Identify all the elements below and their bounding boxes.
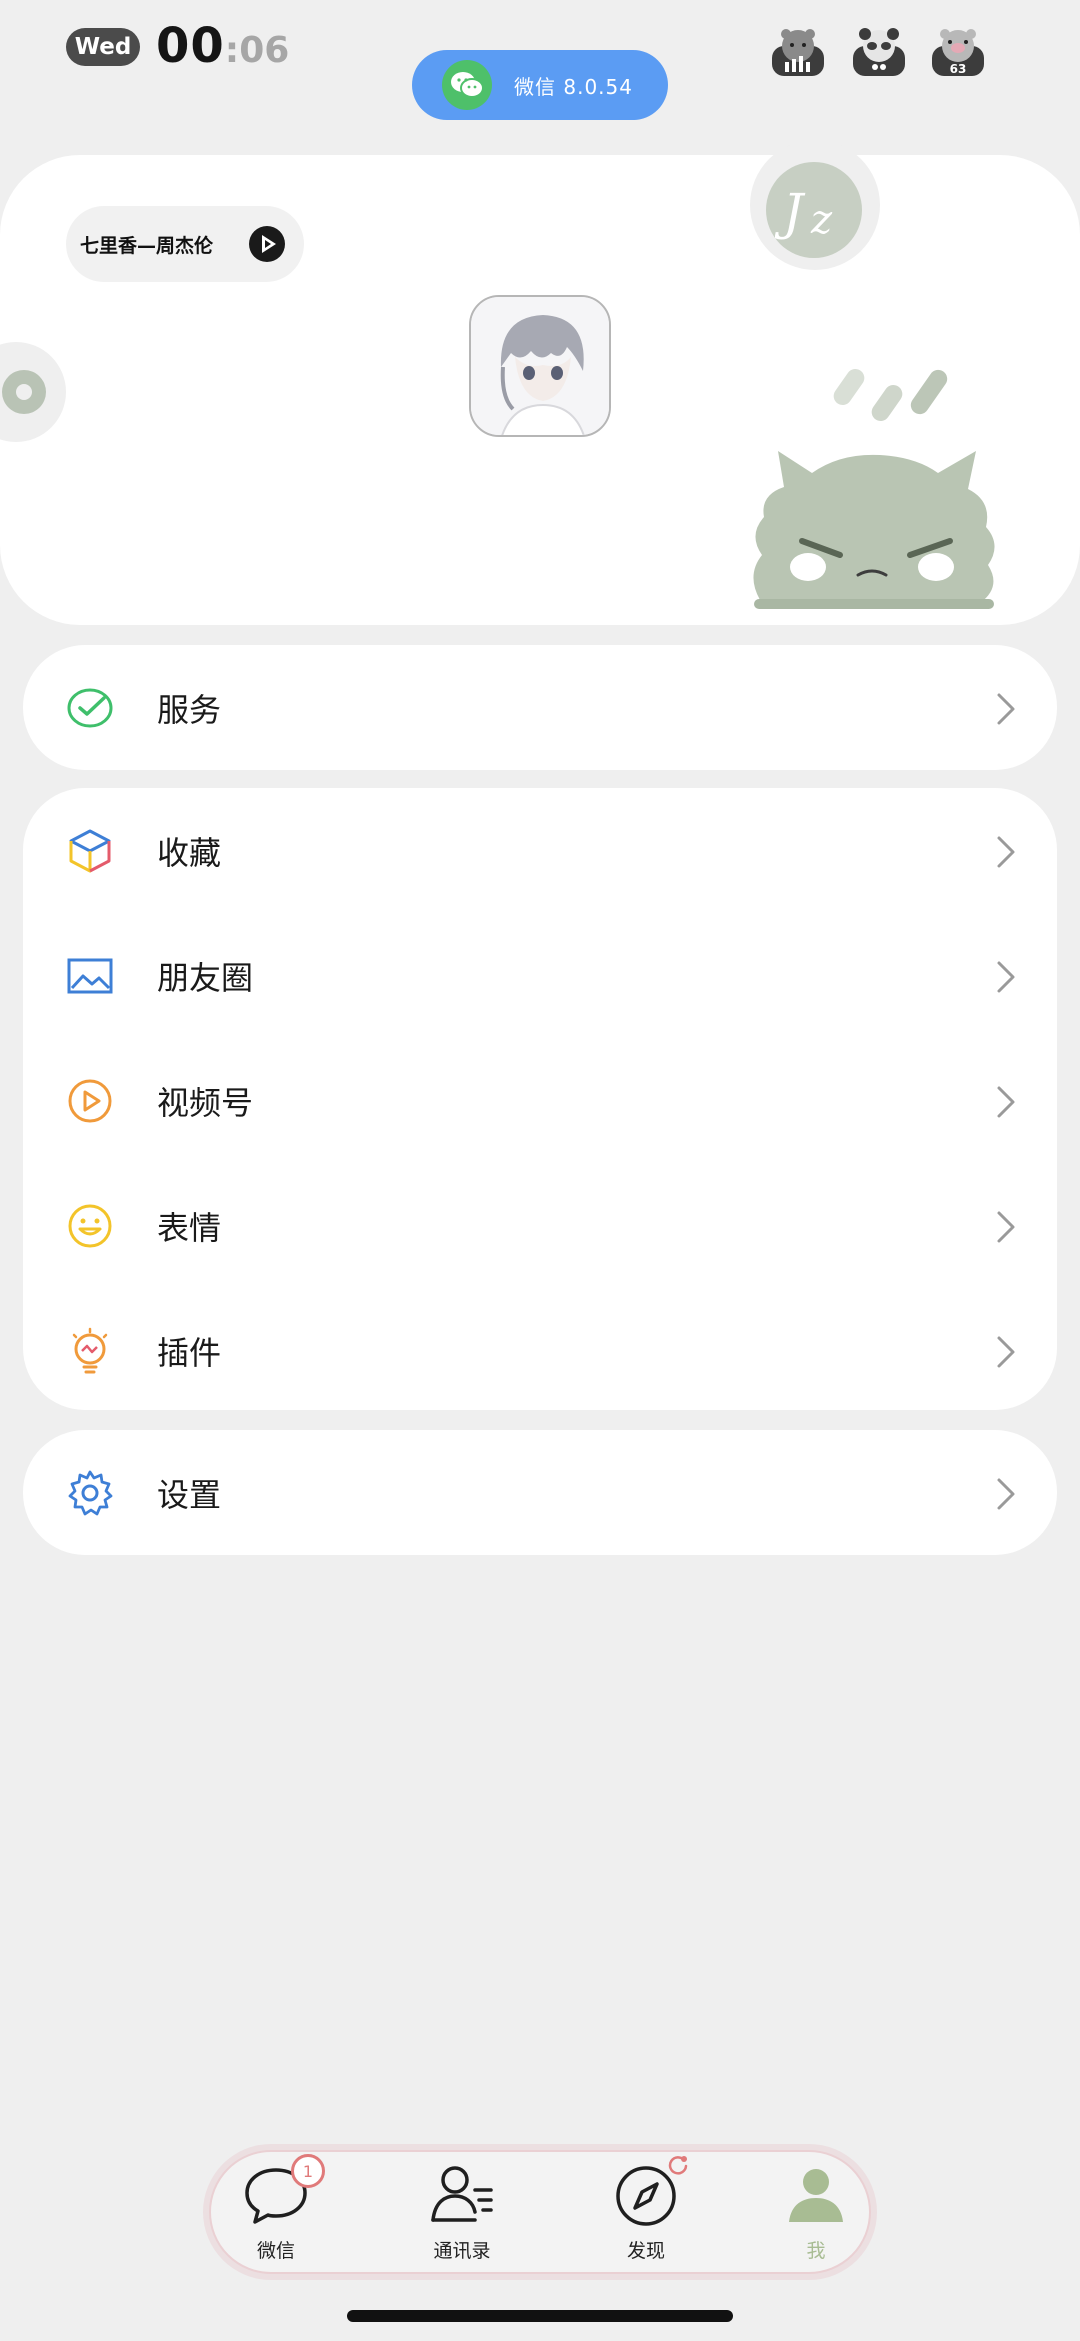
menu-label-favorites: 收藏 bbox=[157, 833, 222, 872]
clock-hours: 00 bbox=[156, 18, 225, 74]
compass-icon bbox=[611, 2156, 688, 2230]
angry-monster-illustration bbox=[740, 355, 1010, 625]
tab-chats[interactable]: 1 微信 bbox=[221, 2154, 331, 2272]
clock: 00:06 bbox=[156, 18, 289, 74]
signal-icon bbox=[768, 28, 828, 78]
chevron-right-icon bbox=[997, 1478, 1015, 1510]
status-bar: Wed 00:06 微信 8.0.54 63 bbox=[0, 0, 1080, 140]
tab-me[interactable]: 我 bbox=[761, 2160, 871, 2272]
menu-label-settings: 设置 bbox=[157, 1475, 222, 1514]
menu-item-favorites[interactable]: 收藏 bbox=[23, 788, 1057, 913]
person-icon bbox=[781, 2160, 851, 2230]
music-title: 七里香—周杰伦 bbox=[80, 234, 214, 257]
tab-label-contacts: 通讯录 bbox=[433, 2240, 491, 2262]
picture-icon bbox=[65, 951, 115, 1001]
music-player-pill[interactable]: 七里香—周杰伦 bbox=[66, 206, 304, 282]
unread-badge: 1 bbox=[291, 2154, 325, 2188]
chevron-right-icon bbox=[997, 1211, 1015, 1243]
tab-contacts[interactable]: 通讯录 bbox=[407, 2160, 517, 2272]
menu-item-settings[interactable]: 设置 bbox=[23, 1430, 1057, 1555]
play-circle-icon bbox=[65, 1076, 115, 1126]
dynamic-island-wechat[interactable]: 微信 8.0.54 bbox=[412, 50, 668, 120]
smiley-icon bbox=[65, 1201, 115, 1251]
battery-level: 63 bbox=[949, 62, 967, 76]
tab-label-me: 我 bbox=[806, 2240, 826, 2262]
chevron-right-icon bbox=[997, 1336, 1015, 1368]
services-card: 服务 bbox=[23, 645, 1057, 770]
chevron-right-icon bbox=[997, 836, 1015, 868]
wechat-pay-check-icon bbox=[65, 683, 115, 733]
tab-label-discover: 发现 bbox=[626, 2240, 665, 2262]
chevron-right-icon bbox=[997, 693, 1015, 725]
light-bulb-icon bbox=[65, 1326, 115, 1376]
chevron-right-icon bbox=[997, 961, 1015, 993]
gear-icon bbox=[65, 1468, 115, 1518]
battery-icon: 63 bbox=[928, 28, 988, 78]
tab-discover[interactable]: 发现 bbox=[591, 2156, 701, 2272]
jz-logo-icon[interactable]: J z bbox=[766, 162, 862, 258]
settings-card: 设置 bbox=[23, 1430, 1057, 1555]
chat-bubble-icon: 1 bbox=[241, 2154, 325, 2230]
menu-item-channels[interactable]: 视频号 bbox=[23, 1038, 1057, 1163]
menu-item-moments[interactable]: 朋友圈 bbox=[23, 913, 1057, 1038]
weekday-badge: Wed bbox=[66, 28, 140, 66]
avatar[interactable] bbox=[469, 295, 611, 437]
contacts-icon bbox=[427, 2160, 497, 2230]
dynamic-island-text: 微信 8.0.54 bbox=[514, 74, 633, 99]
cube-icon bbox=[65, 826, 115, 876]
svg-text:J: J bbox=[775, 183, 806, 241]
menu-item-stickers[interactable]: 表情 bbox=[23, 1163, 1057, 1288]
bottom-tab-bar: 1 微信 通讯录 发现 我 bbox=[203, 2144, 877, 2280]
menu-label-services: 服务 bbox=[157, 690, 222, 729]
menu-item-plugins[interactable]: 插件 bbox=[23, 1288, 1057, 1413]
tab-label-chats: 微信 bbox=[256, 2240, 295, 2262]
home-indicator[interactable] bbox=[347, 2310, 733, 2322]
chevron-right-icon bbox=[997, 1086, 1015, 1118]
features-card: 收藏 朋友圈 视频号 表情 插件 bbox=[23, 788, 1057, 1410]
menu-label-plugins: 插件 bbox=[157, 1333, 222, 1372]
wifi-icon bbox=[849, 28, 909, 78]
play-icon[interactable] bbox=[242, 219, 292, 269]
svg-text:z: z bbox=[810, 197, 833, 243]
menu-label-moments: 朋友圈 bbox=[157, 958, 254, 997]
clock-minutes: :06 bbox=[224, 30, 290, 71]
menu-label-channels: 视频号 bbox=[157, 1083, 254, 1122]
wechat-logo-icon bbox=[442, 60, 492, 110]
new-content-dot-icon bbox=[668, 2156, 688, 2175]
menu-label-stickers: 表情 bbox=[157, 1208, 222, 1247]
menu-item-services[interactable]: 服务 bbox=[23, 645, 1057, 770]
